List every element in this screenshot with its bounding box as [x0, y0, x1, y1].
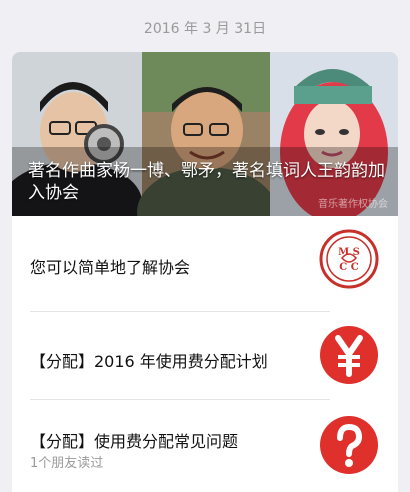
article-card: 著名作曲家杨一博、鄂矛，著名填词人王韵韵加入协会 音乐著作权协会 您可以简单地了… — [12, 52, 398, 492]
yuan-icon — [320, 326, 378, 384]
hero-article[interactable]: 著名作曲家杨一博、鄂矛，著名填词人王韵韵加入协会 音乐著作权协会 — [12, 52, 398, 216]
date-header: 2016 年 3 月 31日 — [143, 21, 267, 37]
article-item-2[interactable]: 【分配】2016 年使用费分配计划 — [12, 312, 398, 400]
watermark-text: 音乐著作权协会 — [318, 199, 388, 210]
svg-text:C C: C C — [339, 262, 358, 273]
seal-logo-icon: M S C C — [319, 229, 379, 289]
article-item-3[interactable]: 【分配】使用费分配常见问题 1个朋友读过 — [12, 400, 398, 488]
article-title-2: 【分配】2016 年使用费分配计划 — [30, 352, 268, 371]
article-title-3: 【分配】使用费分配常见问题 — [30, 432, 239, 451]
question-icon — [320, 416, 378, 474]
svg-text:M S: M S — [338, 247, 360, 258]
article-item-1[interactable]: 您可以简单地了解协会 M S C C — [12, 216, 398, 304]
article-title-1: 您可以简单地了解协会 — [30, 258, 191, 277]
read-by-friends: 1个朋友读过 — [30, 456, 104, 471]
